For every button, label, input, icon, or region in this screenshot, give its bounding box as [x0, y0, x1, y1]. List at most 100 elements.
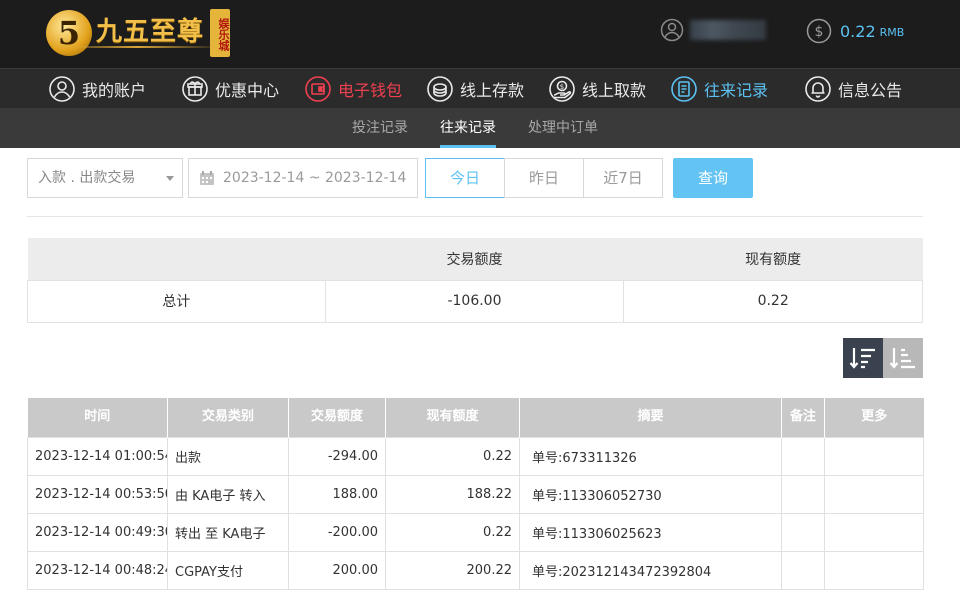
nav-promotions[interactable]: 优惠中心: [181, 73, 279, 105]
nav-transaction-records[interactable]: 往来记录: [670, 73, 768, 105]
tab-pending-orders[interactable]: 处理中订单: [528, 108, 598, 148]
nav-label: 线上存款: [460, 81, 525, 100]
cell-balance: 188.22: [385, 474, 520, 514]
nav-label: 电子钱包: [338, 81, 403, 100]
cell-more[interactable]: [824, 436, 924, 476]
cell-summary: 单号:113306052730: [519, 474, 782, 514]
cell-time: 2023-12-14 00:49:30: [27, 512, 168, 552]
balance-value: 0.22: [840, 21, 876, 41]
col-amount: 交易额度: [288, 398, 386, 437]
svg-text:$: $: [815, 24, 824, 40]
divider: [27, 216, 923, 217]
coin-icon: $: [806, 18, 832, 44]
logo-underline: [52, 46, 222, 48]
cell-remark: [781, 474, 825, 514]
summary-row: 总计 -106.00 0.22: [27, 279, 923, 323]
summary-header-balance: 现有额度: [623, 238, 923, 280]
summary-total-balance: 0.22: [623, 279, 923, 323]
wallet-icon: [305, 76, 331, 102]
cell-amount: 188.00: [288, 474, 386, 514]
nav-e-wallet[interactable]: 电子钱包: [304, 73, 402, 105]
col-remark: 备注: [781, 398, 825, 437]
cell-summary: 单号:202312143472392804: [519, 550, 782, 590]
bell-icon: [805, 76, 831, 102]
user-icon: [49, 76, 75, 102]
nav-label: 信息公告: [838, 81, 903, 100]
query-button[interactable]: 查询: [673, 158, 753, 198]
cell-type: CGPAY支付: [167, 550, 289, 590]
nav-label: 线上取款: [582, 81, 647, 100]
cell-remark: [781, 436, 825, 476]
cell-more[interactable]: [824, 474, 924, 514]
main-nav: 我的账户 优惠中心 电子钱包 线上存款 $ 线上取款 往来记录 信息公告: [0, 68, 960, 108]
logo-mark: 5: [46, 10, 92, 56]
sort-descending-icon: [849, 348, 875, 369]
cell-time: 2023-12-14 00:53:50: [27, 474, 168, 514]
date-range-input[interactable]: 2023-12-14 ~ 2023-12-14: [188, 158, 418, 198]
transaction-type-value: 入款 . 出款交易: [38, 170, 136, 186]
tab-bet-records[interactable]: 投注记录: [352, 108, 408, 148]
cell-time: 2023-12-14 01:00:54: [27, 436, 168, 476]
deposit-icon: [427, 76, 453, 102]
table-row[interactable]: 2023-12-14 01:00:54 出款 -294.00 0.22 单号:6…: [27, 436, 924, 476]
date-range-value: 2023-12-14 ~ 2023-12-14: [223, 170, 407, 186]
table-row[interactable]: 2023-12-14 00:48:24 CGPAY支付 200.00 200.2…: [27, 550, 924, 590]
nav-my-account[interactable]: 我的账户: [48, 73, 146, 105]
nav-online-withdraw[interactable]: $ 线上取款: [548, 73, 646, 105]
summary-total-label: 总计: [27, 279, 326, 323]
cell-type: 转出 至 KA电子: [167, 512, 289, 552]
nav-announcements[interactable]: 信息公告: [804, 73, 902, 105]
cell-balance: 200.22: [385, 550, 520, 590]
col-summary: 摘要: [519, 398, 782, 437]
summary-table: 交易额度 现有额度 总计 -106.00 0.22: [27, 238, 923, 323]
col-balance: 现有额度: [385, 398, 520, 437]
cell-type: 出款: [167, 436, 289, 476]
quick-range-today[interactable]: 今日: [425, 158, 505, 198]
cell-more[interactable]: [824, 512, 924, 552]
withdraw-icon: $: [549, 76, 575, 102]
balance-currency: RMB: [879, 25, 905, 39]
balance-display: $ 0.22 RMB: [806, 18, 904, 44]
user-icon: [660, 18, 684, 42]
sort-desc-button[interactable]: [843, 338, 883, 378]
col-more: 更多: [824, 398, 924, 437]
sub-nav: 投注记录 往来记录 处理中订单: [0, 108, 960, 148]
cell-remark: [781, 512, 825, 552]
cell-type: 由 KA电子 转入: [167, 474, 289, 514]
brand-stamp: 娱乐城: [210, 9, 231, 57]
nav-label: 我的账户: [82, 81, 147, 100]
summary-header-amount: 交易额度: [325, 238, 624, 280]
caret-down-icon: [166, 176, 174, 181]
brand-name: 九五至尊: [96, 16, 205, 47]
nav-label: 优惠中心: [215, 81, 280, 100]
transaction-type-select[interactable]: 入款 . 出款交易: [27, 158, 183, 198]
summary-total-amount: -106.00: [324, 279, 625, 323]
table-row[interactable]: 2023-12-14 00:53:50 由 KA电子 转入 188.00 188…: [27, 474, 924, 514]
nav-label: 往来记录: [704, 81, 769, 100]
cell-summary: 单号:673311326: [519, 436, 782, 476]
gift-icon: [182, 76, 208, 102]
records-table: 时间 交易类别 交易额度 现有额度 摘要 备注 更多 2023-12-14 01…: [27, 398, 924, 590]
user-info[interactable]: [660, 18, 766, 42]
cell-time: 2023-12-14 00:48:24: [27, 550, 168, 590]
username-masked: [690, 20, 766, 40]
svg-text:$: $: [560, 83, 564, 91]
cell-balance: 0.22: [385, 512, 520, 552]
site-logo[interactable]: 5 九五至尊 娱乐城: [46, 4, 231, 62]
calendar-icon: [200, 171, 214, 185]
nav-online-deposit[interactable]: 线上存款: [426, 73, 524, 105]
cell-summary: 单号:113306025623: [519, 512, 782, 552]
quick-range-7days[interactable]: 近7日: [583, 158, 663, 198]
cell-more[interactable]: [824, 550, 924, 590]
cell-remark: [781, 550, 825, 590]
summary-header-blank: [27, 238, 326, 280]
sort-asc-button[interactable]: [883, 338, 923, 378]
col-type: 交易类别: [167, 398, 289, 437]
cell-amount: 200.00: [288, 550, 386, 590]
col-time: 时间: [27, 398, 168, 437]
cell-amount: -200.00: [288, 512, 386, 552]
table-row[interactable]: 2023-12-14 00:49:30 转出 至 KA电子 -200.00 0.…: [27, 512, 924, 552]
sort-ascending-icon: [889, 348, 915, 369]
quick-range-yesterday[interactable]: 昨日: [504, 158, 584, 198]
tab-transaction-records[interactable]: 往来记录: [440, 108, 496, 148]
